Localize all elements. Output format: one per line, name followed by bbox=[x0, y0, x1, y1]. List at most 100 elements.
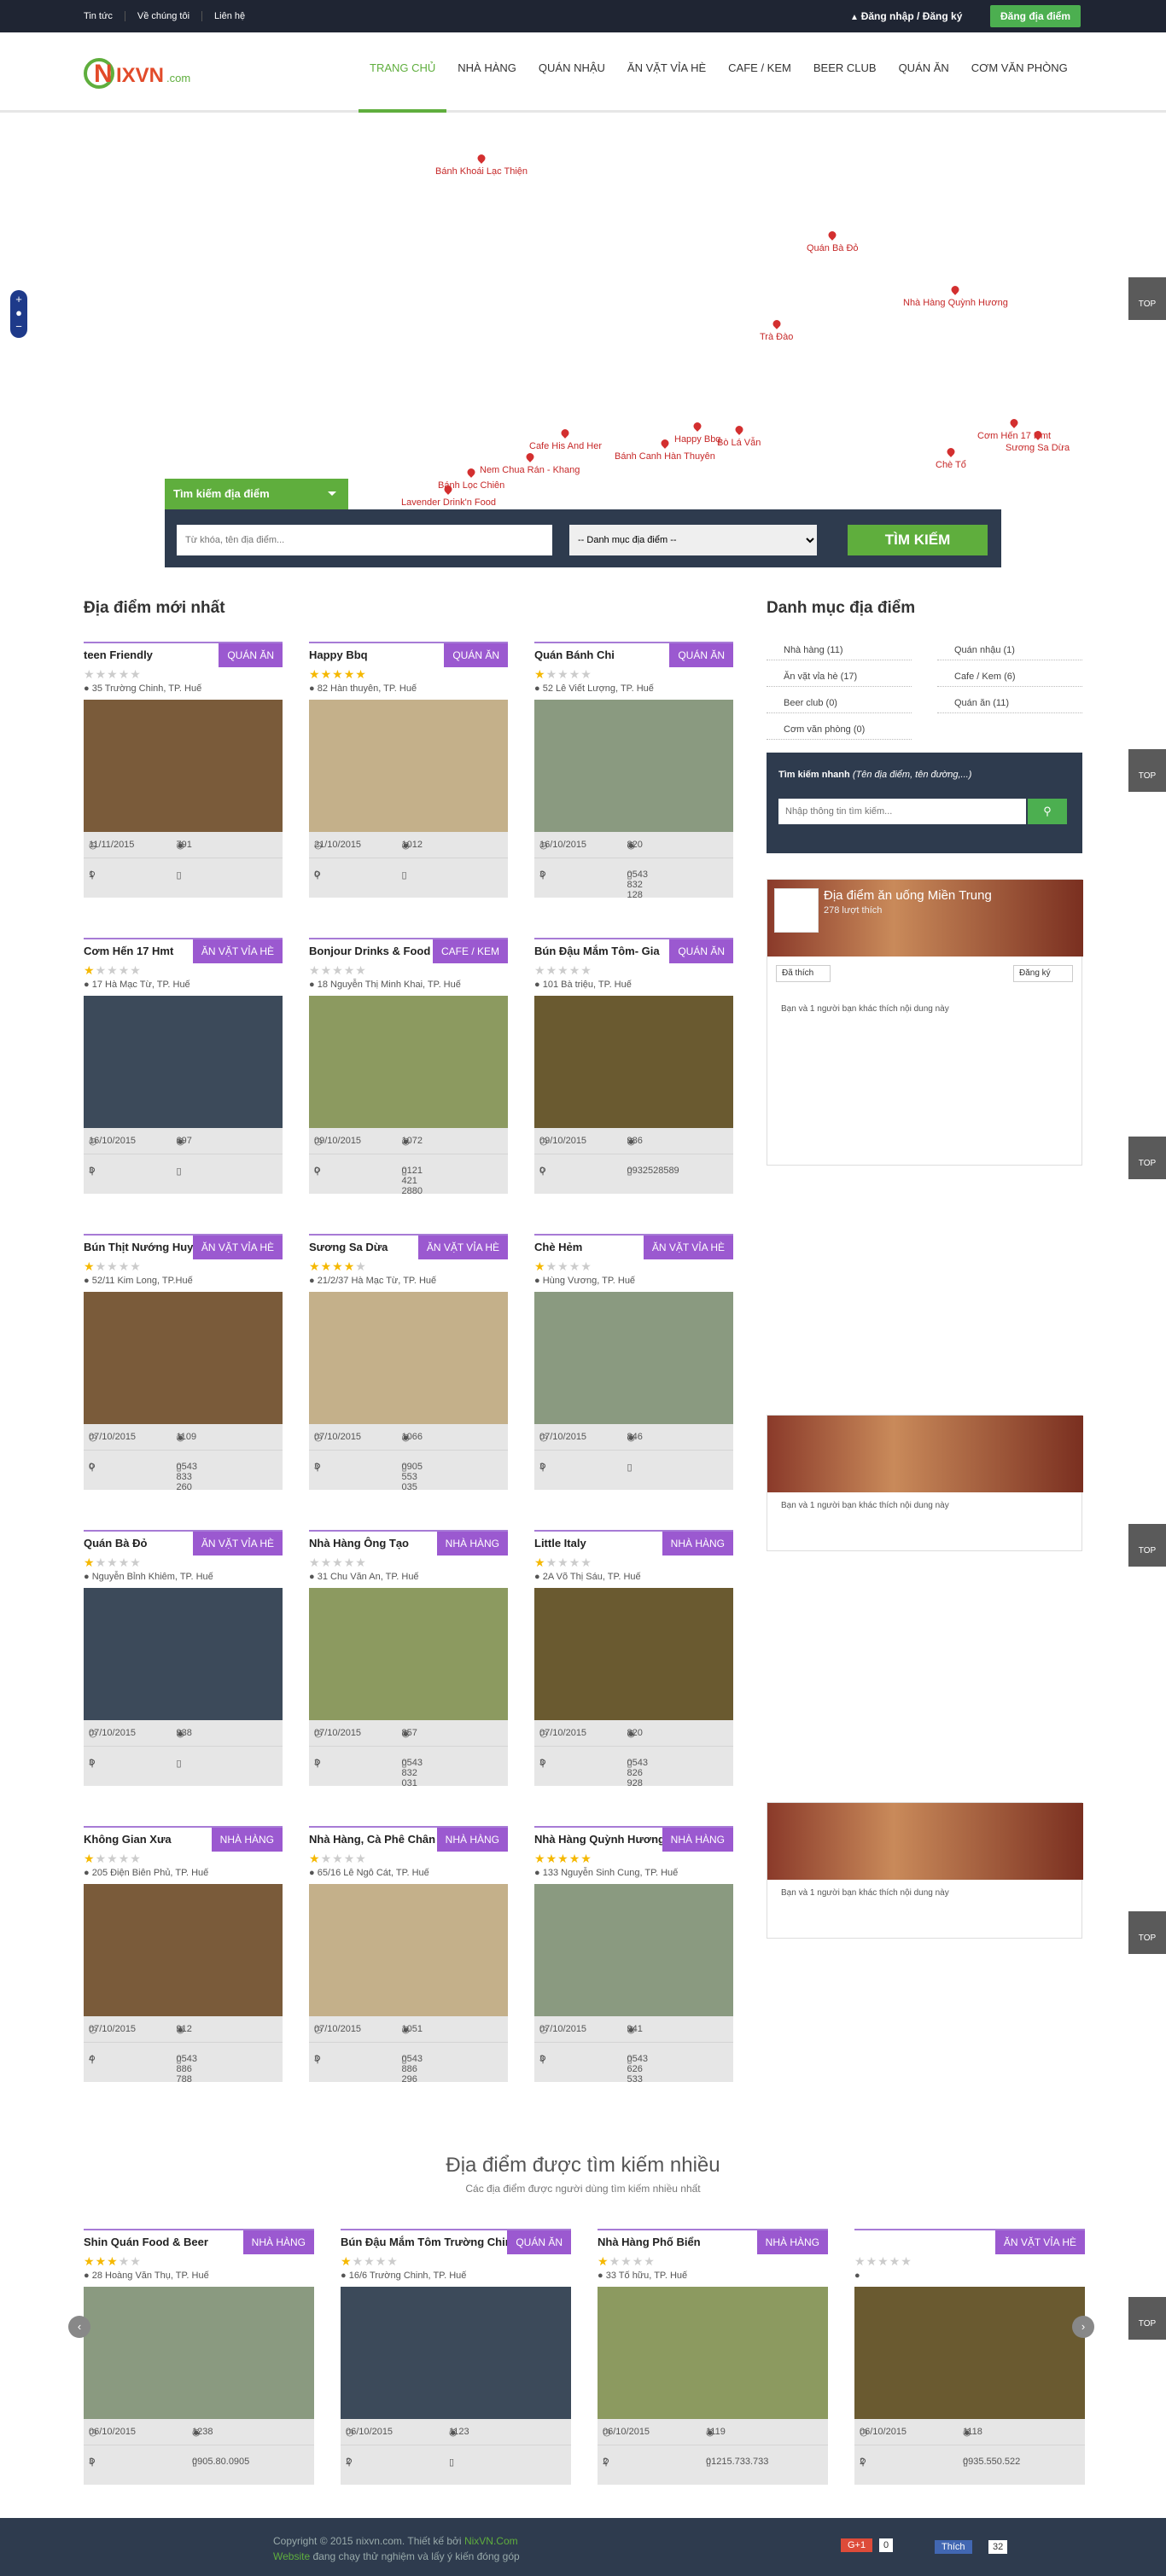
place-name[interactable]: Shin Quán Food & Beer bbox=[84, 2236, 208, 2248]
place-card[interactable]: Nhà Hàng Ông Tạo NHÀ HÀNG ★★★★★ ● 31 Chu Vă… bbox=[309, 1530, 508, 1788]
map-pin[interactable]: Trà Đào bbox=[760, 332, 793, 342]
back-to-top-button[interactable]: TOP bbox=[1128, 277, 1166, 320]
category-badge[interactable]: NHÀ HÀNG bbox=[242, 2230, 314, 2254]
place-photo[interactable] bbox=[854, 2287, 1085, 2419]
category-badge[interactable]: ĂN VẶT VỈA HÈ bbox=[643, 1236, 733, 1259]
carousel-next-icon[interactable]: › bbox=[1072, 2316, 1094, 2338]
search-input[interactable] bbox=[177, 525, 552, 555]
category-item[interactable]: Ăn vặt vỉa hè (17) bbox=[767, 668, 912, 687]
place-card[interactable]: Nhà Hàng Phố Biển NHÀ HÀNG ★★★★★ ● 33 Tố hữ… bbox=[598, 2229, 828, 2485]
category-badge[interactable]: ĂN VẶT VỈA HÈ bbox=[192, 1236, 283, 1259]
place-card[interactable]: Bún Đậu Mắm Tôm- Gia QUÁN ĂN ★★★★★ ● 101 Bà… bbox=[534, 938, 733, 1194]
place-photo[interactable] bbox=[598, 2287, 828, 2419]
fb-like-button[interactable]: Thích bbox=[935, 2540, 972, 2554]
nav-beer-club[interactable]: BEER CLUB bbox=[802, 32, 888, 113]
topbar-link-about[interactable]: Về chúng tôi bbox=[125, 11, 203, 21]
category-item[interactable]: Quán ăn (11) bbox=[937, 695, 1082, 713]
place-card[interactable]: Bún Thịt Nướng Huyền Anh ĂN VẶT VỈA HÈ ★★★… bbox=[84, 1234, 283, 1492]
back-to-top-button[interactable]: TOP bbox=[1128, 749, 1166, 792]
back-to-top-button[interactable]: TOP bbox=[1128, 2297, 1166, 2340]
place-photo[interactable] bbox=[309, 1884, 508, 2016]
place-photo[interactable] bbox=[534, 700, 733, 832]
place-photo[interactable] bbox=[534, 996, 733, 1128]
place-photo[interactable] bbox=[309, 996, 508, 1128]
place-card[interactable]: ĂN VẶT VỈA HÈ ★★★★★ ● ◷ 06/10/2015 ◉ 1118 ⚲ … bbox=[854, 2229, 1085, 2485]
place-card[interactable]: Shin Quán Food & Beer NHÀ HÀNG ★★★★★ ● 28 H… bbox=[84, 2229, 314, 2485]
place-photo[interactable] bbox=[534, 1292, 733, 1424]
place-card[interactable]: Nhà Hàng, Cà Phê Chân Đồi NHÀ HÀNG ★★★★★ ● … bbox=[309, 1826, 508, 2085]
category-badge[interactable]: QUÁN ĂN bbox=[444, 643, 508, 667]
place-name[interactable]: Nhà Hàng Quỳnh Hương bbox=[534, 1833, 665, 1846]
place-photo[interactable] bbox=[341, 2287, 571, 2419]
place-photo[interactable] bbox=[84, 1588, 283, 1720]
place-card[interactable]: Quán Bánh Chi QUÁN ĂN ★★★★★ ● 52 Lê Viết Lư… bbox=[534, 642, 733, 900]
place-name[interactable]: Không Gian Xưa bbox=[84, 1833, 172, 1846]
place-card[interactable]: Bonjour Drinks & Food CAFE / KEM ★★★★★ ● 18… bbox=[309, 938, 508, 1196]
fb-liked-button[interactable]: Đã thích bbox=[776, 965, 831, 982]
place-name[interactable]: Happy Bbq bbox=[309, 648, 368, 661]
category-badge[interactable]: ĂN VẶT VỈA HÈ bbox=[417, 1236, 508, 1259]
category-badge[interactable]: CAFE / KEM bbox=[432, 939, 508, 963]
place-name[interactable]: teen Friendly bbox=[84, 648, 153, 661]
nav-office-meals[interactable]: CƠM VĂN PHÒNG bbox=[960, 32, 1079, 113]
place-card[interactable]: Quán Bà Đỏ ĂN VẶT VỈA HÈ ★★★★★ ● Nguyễn Bỉn… bbox=[84, 1530, 283, 1786]
back-to-top-button[interactable]: TOP bbox=[1128, 1524, 1166, 1567]
place-name[interactable]: Sương Sa Dừa bbox=[309, 1241, 388, 1253]
place-name[interactable]: Chè Hẻm bbox=[534, 1241, 582, 1253]
place-card[interactable]: Happy Bbq QUÁN ĂN ★★★★★ ● 82 Hàn thuyên, TP… bbox=[309, 642, 508, 898]
category-badge[interactable]: NHÀ HÀNG bbox=[436, 1828, 508, 1852]
category-badge[interactable]: NHÀ HÀNG bbox=[662, 1532, 733, 1555]
gplus-button[interactable]: G+1 bbox=[841, 2538, 873, 2552]
place-name[interactable]: Nhà Hàng, Cà Phê Chân Đồi bbox=[309, 1833, 457, 1846]
login-link[interactable]: ▲ Đăng nhập / Đăng ký bbox=[850, 10, 962, 22]
place-name[interactable]: Bún Đậu Mắm Tôm- Gia bbox=[534, 945, 660, 957]
place-card[interactable]: Không Gian Xưa NHÀ HÀNG ★★★★★ ● 205 Điện Bi… bbox=[84, 1826, 283, 2085]
place-card[interactable]: Chè Hẻm ĂN VẶT VỈA HÈ ★★★★★ ● Hùng Vương, T… bbox=[534, 1234, 733, 1490]
category-item[interactable]: Nhà hàng (11) bbox=[767, 642, 912, 660]
nav-eateries[interactable]: QUÁN ĂN bbox=[888, 32, 960, 113]
category-item[interactable]: Quán nhậu (1) bbox=[937, 642, 1082, 660]
category-badge[interactable]: QUÁN ĂN bbox=[669, 939, 733, 963]
category-item[interactable]: Cafe / Kem (6) bbox=[937, 668, 1082, 687]
topbar-link-news[interactable]: Tin tức bbox=[84, 11, 125, 21]
place-card[interactable]: Little Italy NHÀ HÀNG ★★★★★ ● 2A Võ Thị Sáu… bbox=[534, 1530, 733, 1788]
place-name[interactable]: Quán Bà Đỏ bbox=[84, 1537, 147, 1550]
back-to-top-button[interactable]: TOP bbox=[1128, 1911, 1166, 1954]
place-photo[interactable] bbox=[534, 1884, 733, 2016]
place-card[interactable]: Cơm Hến 17 Hmt ĂN VẶT VỈA HÈ ★★★★★ ● 17 Hà … bbox=[84, 938, 283, 1194]
map-pin[interactable]: Cafe His And Her bbox=[529, 441, 602, 451]
map-pin[interactable]: Bò Lá Vẫn bbox=[717, 438, 761, 448]
category-badge[interactable]: ĂN VẶT VỈA HÈ bbox=[192, 939, 283, 963]
footer-brand-link[interactable]: NixVN.Com bbox=[464, 2535, 518, 2547]
category-badge[interactable]: ĂN VẶT VỈA HÈ bbox=[192, 1532, 283, 1555]
map-pin[interactable]: Lavender Drink'n Food bbox=[401, 497, 496, 508]
category-badge[interactable]: NHÀ HÀNG bbox=[436, 1532, 508, 1555]
category-select[interactable]: -- Danh mục địa điểm -- bbox=[569, 525, 817, 555]
category-badge[interactable]: QUÁN ĂN bbox=[219, 643, 283, 667]
place-name[interactable]: Little Italy bbox=[534, 1537, 586, 1550]
site-logo[interactable]: N IXVN .com bbox=[84, 48, 195, 99]
nav-restaurants[interactable]: NHÀ HÀNG bbox=[446, 32, 528, 113]
fb-signup-button[interactable]: Đăng ký bbox=[1013, 965, 1073, 982]
place-photo[interactable] bbox=[309, 700, 508, 832]
place-photo[interactable] bbox=[84, 700, 283, 832]
place-photo[interactable] bbox=[534, 1588, 733, 1720]
place-name[interactable]: Bún Đậu Mắm Tôm Trường Chinh bbox=[341, 2236, 519, 2248]
place-photo[interactable] bbox=[309, 1588, 508, 1720]
map-pin[interactable]: Chè Tổ bbox=[936, 460, 966, 470]
map-pin[interactable]: Nhà Hàng Quỳnh Hương bbox=[903, 298, 1008, 308]
place-name[interactable]: Nhà Hàng Phố Biển bbox=[598, 2236, 701, 2248]
nav-street-food[interactable]: ĂN VẶT VỈA HÈ bbox=[616, 32, 717, 113]
map-zoom-control[interactable]: + ● − bbox=[10, 290, 27, 338]
place-name[interactable]: Cơm Hến 17 Hmt bbox=[84, 945, 173, 957]
map-pin[interactable]: Bánh Canh Hàn Thuyên bbox=[615, 451, 715, 462]
category-badge[interactable]: NHÀ HÀNG bbox=[211, 1828, 283, 1852]
place-name[interactable]: Nhà Hàng Ông Tạo bbox=[309, 1537, 409, 1550]
category-badge[interactable]: ĂN VẶT VỈA HÈ bbox=[994, 2230, 1085, 2254]
place-card[interactable]: teen Friendly QUÁN ĂN ★★★★★ ● 35 Trường Chi… bbox=[84, 642, 283, 898]
topbar-link-contact[interactable]: Liên hệ bbox=[202, 11, 257, 21]
map-pin[interactable]: Bánh Khoái Lạc Thiện bbox=[435, 166, 528, 177]
nav-cafe[interactable]: CAFE / KEM bbox=[717, 32, 802, 113]
register-place-button[interactable]: Đăng địa điểm bbox=[990, 5, 1081, 27]
place-photo[interactable] bbox=[84, 1292, 283, 1424]
